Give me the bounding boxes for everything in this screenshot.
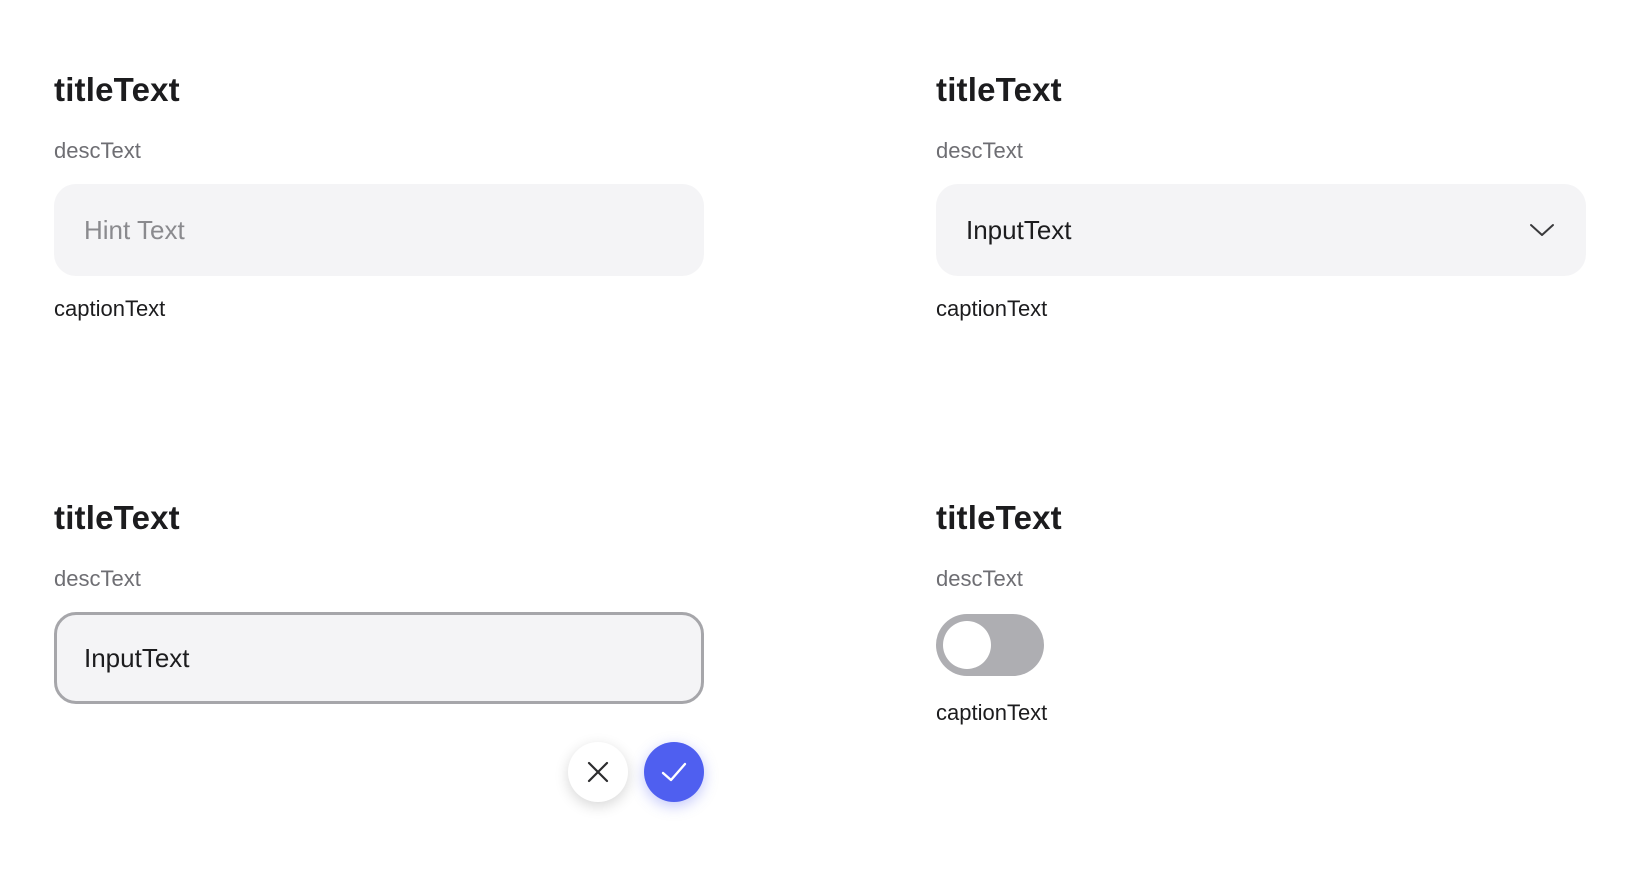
section-caption: captionText (936, 296, 1048, 321)
confirm-button[interactable] (644, 742, 704, 802)
text-input[interactable]: Hint Text (54, 184, 704, 276)
text-field-section: titleText descText Hint Text captionText (54, 62, 704, 324)
text-input-focused[interactable]: InputText (54, 612, 704, 704)
chevron-down-icon (1528, 216, 1556, 244)
dropdown-section: titleText descText InputText captionText (936, 62, 1586, 324)
input-value: InputText (84, 642, 190, 673)
section-title: titleText (54, 499, 180, 536)
section-title: titleText (936, 499, 1062, 536)
section-caption: captionText (54, 296, 166, 321)
section-title: titleText (54, 71, 180, 108)
section-title: titleText (936, 71, 1062, 108)
field-actions (568, 742, 704, 802)
cancel-button[interactable] (568, 742, 628, 802)
section-description: descText (936, 566, 1023, 591)
editable-field-section: titleText descText InputText (54, 490, 704, 802)
toggle-section: titleText descText captionText (936, 490, 1586, 728)
section-description: descText (54, 138, 141, 163)
check-icon (660, 761, 688, 783)
close-icon (587, 761, 609, 783)
section-description: descText (54, 566, 141, 591)
section-caption: captionText (936, 700, 1048, 725)
toggle-switch[interactable] (936, 614, 1044, 676)
dropdown-value: InputText (966, 214, 1072, 245)
section-description: descText (936, 138, 1023, 163)
input-placeholder: Hint Text (84, 214, 185, 245)
toggle-knob (943, 621, 991, 669)
dropdown-select[interactable]: InputText (936, 184, 1586, 276)
